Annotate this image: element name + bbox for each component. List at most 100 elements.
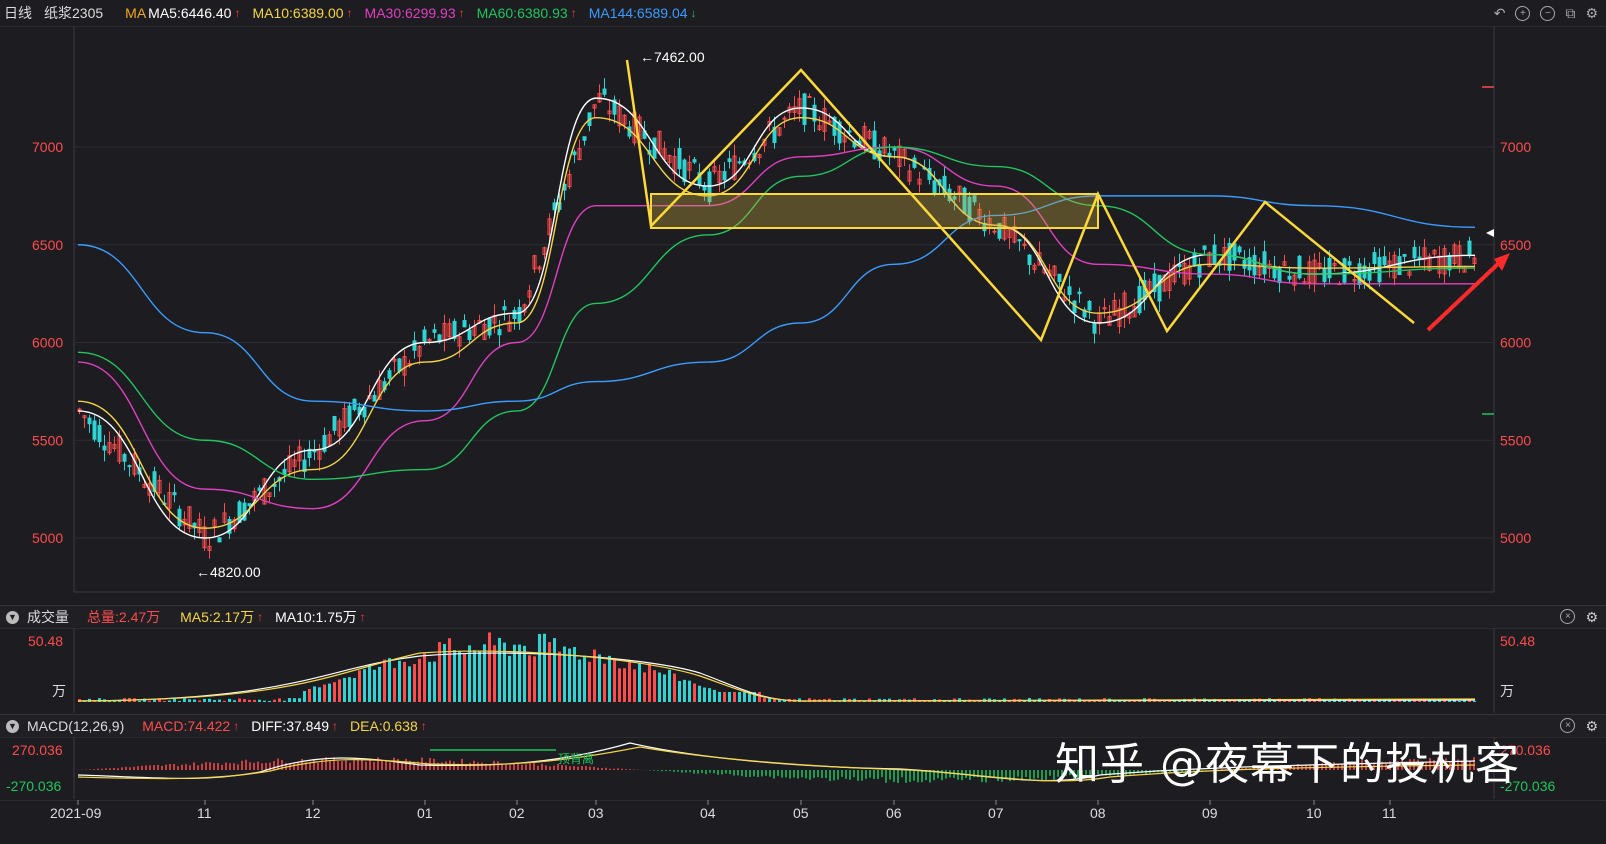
- volume-bar: [543, 633, 546, 702]
- volume-bar: [768, 698, 771, 702]
- candle-body: [92, 420, 97, 440]
- candle-body: [347, 405, 352, 427]
- layout-icon[interactable]: ⧉: [1565, 5, 1575, 22]
- candle-body: [1057, 273, 1062, 282]
- volume-bar: [743, 692, 746, 702]
- volume-bar: [338, 679, 341, 702]
- volume-bar: [763, 698, 766, 702]
- candle-body: [237, 501, 242, 523]
- volume-bar: [373, 669, 376, 702]
- volume-bar: [423, 653, 426, 702]
- candle-body: [1027, 254, 1032, 266]
- settings-icon[interactable]: ⚙: [1585, 609, 1598, 626]
- candle-body: [127, 465, 132, 468]
- volume-bar: [293, 698, 296, 702]
- chart-header: 日线 纸浆2305 MA MA5:6446.40 ↑ MA10:6389.00 ↑ …: [0, 0, 1606, 27]
- volume-bar: [703, 687, 706, 702]
- volume-bar: [693, 683, 696, 702]
- volume-title[interactable]: 成交量: [27, 607, 69, 627]
- volume-bar: [548, 642, 551, 702]
- macd-title[interactable]: MACD(12,26,9): [27, 718, 124, 734]
- volume-bar: [328, 683, 331, 702]
- volume-bar: [183, 698, 186, 702]
- up-arrow-icon: ↑: [570, 6, 577, 20]
- close-icon[interactable]: ×: [1560, 717, 1576, 733]
- candle-body: [1347, 261, 1352, 266]
- volume-bar: [213, 699, 216, 702]
- volume-bar: [428, 661, 431, 702]
- volume-bar: [523, 645, 526, 702]
- volume-ma5: MA5:2.17万 ↑: [180, 609, 264, 625]
- volume-bar: [683, 679, 686, 702]
- volume-bar: [553, 638, 556, 702]
- x-tick-label: 11: [197, 805, 212, 821]
- volume-bar: [698, 685, 701, 702]
- volume-bar: [708, 688, 711, 702]
- collapse-icon[interactable]: ▼: [6, 610, 19, 624]
- candle-body: [782, 117, 787, 120]
- volume-bar: [568, 648, 571, 702]
- settings-icon[interactable]: ⚙: [1585, 718, 1598, 735]
- volume-bar: [268, 700, 271, 702]
- volume-bar: [403, 661, 406, 702]
- volume-bar: [168, 700, 171, 702]
- price-chart[interactable]: ←7462.00 ←4820.00 7000 7000 6500 6500 6000 60…: [0, 27, 1606, 607]
- zoom-in-icon[interactable]: +: [1515, 5, 1531, 21]
- candle-body: [992, 230, 997, 233]
- volume-bar: [313, 686, 316, 702]
- volume-chart[interactable]: 50.48 万 50.48 万: [0, 628, 1606, 713]
- candle-body: [932, 180, 937, 194]
- settings-icon[interactable]: ⚙: [1585, 5, 1598, 22]
- volume-bar: [678, 681, 681, 702]
- zoom-out-icon[interactable]: −: [1540, 5, 1556, 21]
- volume-unit-left: 万: [52, 683, 66, 699]
- y-tick-left: 6000: [32, 335, 63, 351]
- symbol-label[interactable]: 纸浆2305: [44, 3, 103, 23]
- volume-bar: [303, 690, 306, 702]
- candle-body: [422, 329, 427, 342]
- volume-bar: [193, 699, 196, 702]
- volume-bar: [368, 665, 371, 702]
- volume-bar: [1343, 700, 1346, 702]
- candle-body: [727, 158, 732, 163]
- candle-body: [217, 537, 222, 543]
- period-label[interactable]: 日线: [4, 3, 32, 23]
- volume-bar: [1458, 700, 1461, 702]
- volume-bar: [718, 691, 721, 702]
- volume-bar: [363, 669, 366, 702]
- candle-body: [497, 329, 502, 336]
- volume-bar: [198, 700, 201, 702]
- ma30-value: MA30:6299.93 ↑: [364, 5, 465, 21]
- candle-body: [1467, 240, 1472, 257]
- up-arrow-icon: ↑: [234, 6, 241, 20]
- candle-body: [1237, 246, 1242, 253]
- close-icon[interactable]: ×: [1560, 608, 1576, 624]
- volume-bar: [488, 632, 491, 702]
- volume-bar: [478, 650, 481, 702]
- x-tick-label: 12: [305, 805, 321, 821]
- candle-body: [517, 306, 522, 323]
- ma-label: MA: [125, 5, 147, 21]
- candle-body: [1397, 256, 1402, 276]
- x-tick-label: 03: [588, 805, 604, 821]
- candle-body: [462, 320, 467, 328]
- down-arrow-icon: ↓: [690, 6, 697, 20]
- up-arrow-icon: ↑: [359, 610, 366, 624]
- macd-bottom-left: -270.036: [6, 778, 61, 794]
- volume-bar: [723, 692, 726, 702]
- candle-body: [1377, 256, 1382, 283]
- volume-bar: [413, 664, 416, 702]
- volume-bar: [218, 699, 221, 702]
- time-axis: 2021-09 11 12 01 02 03 04 05 06 07 08 09 10 11: [0, 800, 1606, 821]
- collapse-icon[interactable]: ▼: [6, 719, 19, 733]
- volume-bar: [393, 667, 396, 702]
- undo-icon[interactable]: ↶: [1494, 5, 1506, 22]
- x-tick-label: 01: [417, 805, 433, 821]
- volume-bar: [383, 659, 386, 702]
- up-arrow-icon: ↑: [257, 610, 264, 624]
- volume-bar: [443, 644, 446, 702]
- diff-value: DIFF:37.849 ↑: [251, 718, 339, 734]
- volume-bar: [388, 658, 391, 702]
- volume-bar: [613, 658, 616, 702]
- candle-body: [1402, 253, 1407, 257]
